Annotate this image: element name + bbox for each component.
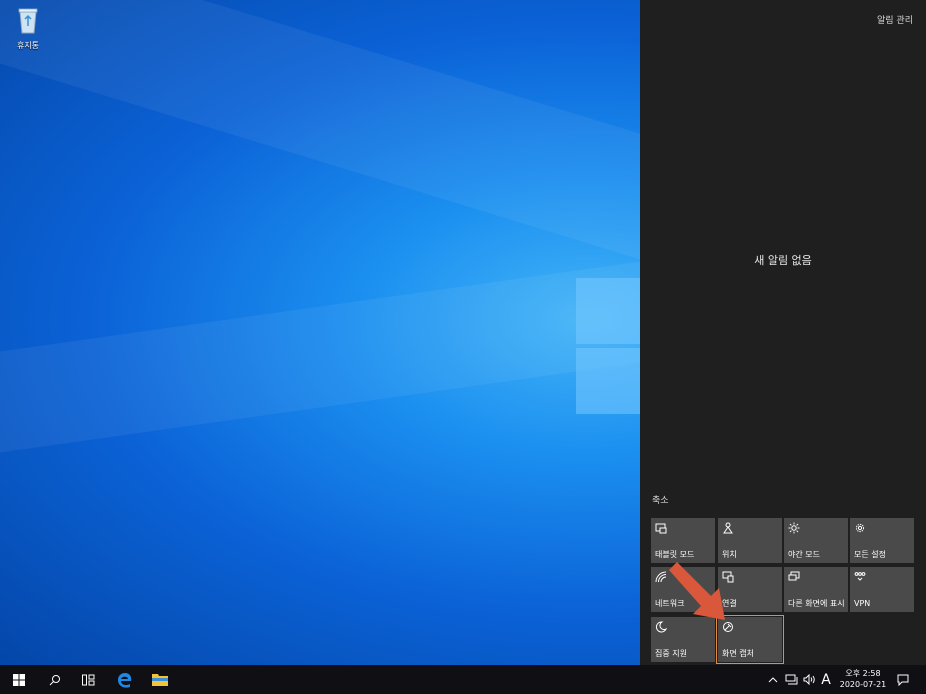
tile-label: 태블릿 모드 bbox=[655, 550, 695, 559]
action-center-button[interactable] bbox=[894, 665, 912, 694]
tile-label: 다른 화면에 표시 bbox=[788, 599, 845, 608]
vpn-icon bbox=[854, 572, 866, 581]
tile-label: VPN bbox=[854, 599, 871, 608]
task-view-icon bbox=[81, 674, 94, 685]
task-view-button[interactable] bbox=[75, 665, 101, 694]
tile-label: 위치 bbox=[722, 550, 737, 559]
recycle-bin[interactable]: 휴지통 bbox=[8, 4, 48, 54]
annotation-arrow-icon bbox=[669, 562, 725, 620]
clock-date: 2020-07-21 bbox=[839, 680, 887, 689]
tile-vpn[interactable]: VPN bbox=[850, 567, 914, 612]
edge-browser-icon bbox=[118, 672, 132, 688]
clock-time: 오후 2:58 bbox=[845, 669, 881, 678]
tile-location[interactable]: 위치 bbox=[718, 518, 782, 563]
edge-browser-button[interactable] bbox=[112, 665, 138, 694]
light-beam bbox=[0, 0, 640, 309]
night-light-icon bbox=[788, 522, 800, 534]
light-beam bbox=[0, 237, 640, 463]
collapse-link[interactable]: 축소 bbox=[652, 493, 669, 506]
location-icon bbox=[723, 522, 733, 534]
project-icon bbox=[788, 571, 800, 581]
file-explorer-icon bbox=[152, 674, 168, 686]
notification-icon bbox=[897, 674, 909, 686]
search-button[interactable] bbox=[42, 665, 68, 694]
clock[interactable]: 오후 2:58 2020-07-21 bbox=[838, 668, 888, 690]
tile-project[interactable]: 다른 화면에 표시 bbox=[784, 567, 848, 612]
settings-gear-icon bbox=[855, 523, 865, 533]
network-tray-button[interactable] bbox=[783, 665, 799, 694]
tile-tablet-mode[interactable]: 태블릿 모드 bbox=[651, 518, 715, 563]
tile-label: 모든 설정 bbox=[854, 550, 886, 559]
windows-start-icon bbox=[13, 673, 25, 686]
tile-label: 야간 모드 bbox=[788, 550, 820, 559]
file-explorer-button[interactable] bbox=[147, 665, 173, 694]
input-method-indicator[interactable]: A bbox=[819, 665, 833, 694]
tile-night-light[interactable]: 야간 모드 bbox=[784, 518, 848, 563]
recycle-bin-label: 휴지통 bbox=[16, 41, 40, 50]
search-icon bbox=[49, 674, 60, 685]
taskbar: A bbox=[0, 665, 926, 694]
desktop-wallpaper: 휴지통 bbox=[0, 0, 640, 665]
tile-label: 화면 캡처 bbox=[722, 649, 754, 658]
start-button[interactable] bbox=[6, 665, 32, 694]
tablet-mode-icon bbox=[655, 523, 667, 534]
chevron-up-icon bbox=[768, 676, 778, 682]
tray-overflow-button[interactable] bbox=[766, 665, 780, 694]
volume-icon bbox=[803, 674, 815, 685]
volume-tray-button[interactable] bbox=[802, 665, 818, 694]
tile-label: 집중 지원 bbox=[655, 649, 687, 658]
tile-all-settings[interactable]: 모든 설정 bbox=[850, 518, 914, 563]
network-wired-icon bbox=[785, 674, 797, 685]
no-notifications-text: 새 알림 없음 bbox=[754, 254, 812, 267]
manage-notifications-link[interactable]: 알림 관리 bbox=[877, 13, 913, 26]
recycle-bin-icon bbox=[18, 8, 38, 34]
windows-logo-wallpaper bbox=[576, 278, 640, 418]
